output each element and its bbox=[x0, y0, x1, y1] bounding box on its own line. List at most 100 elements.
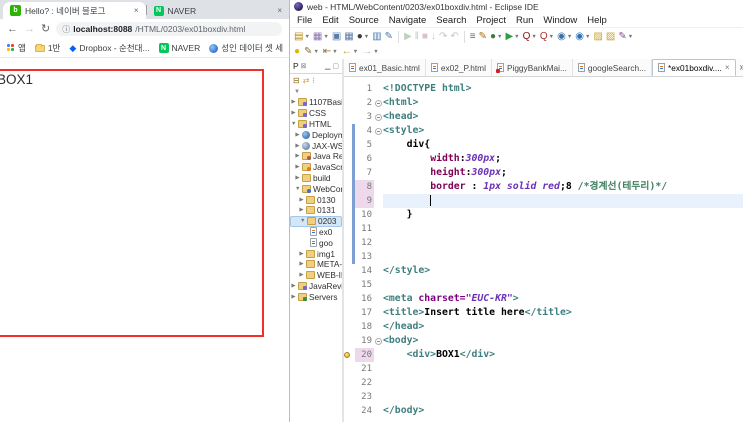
code-line[interactable]: 19 <body> bbox=[344, 334, 743, 348]
code-line[interactable]: 7 height:300px; bbox=[344, 166, 743, 180]
chevron-right-icon[interactable]: ▶ bbox=[291, 99, 296, 105]
bookmark-item[interactable]: ◆ Dropbox - 순천대... bbox=[69, 42, 149, 54]
view-menu-icon[interactable]: ⁝ bbox=[312, 76, 315, 85]
chevron-right-icon[interactable]: ▶ bbox=[299, 207, 304, 213]
explorer-tab-label[interactable]: P bbox=[293, 61, 299, 71]
site-info-icon[interactable]: ⓘ bbox=[62, 24, 70, 35]
dropdown-arrow-icon[interactable]: ▼ bbox=[497, 34, 502, 40]
tree-item-goo[interactable]: goo bbox=[290, 237, 342, 248]
menu-source[interactable]: Source bbox=[349, 15, 379, 26]
user-profile-icon[interactable]: ● ▼ bbox=[356, 31, 371, 42]
dropdown-arrow-icon[interactable]: ▼ bbox=[567, 34, 572, 40]
code-line[interactable]: 10 } bbox=[344, 208, 743, 222]
chevron-right-icon[interactable]: ▶ bbox=[299, 272, 304, 278]
mark-occurrences-icon[interactable]: ✎ bbox=[478, 31, 488, 42]
step-return-icon[interactable]: ↶ bbox=[449, 31, 459, 42]
fold-marker-icon[interactable] bbox=[374, 124, 383, 138]
bookmark-item[interactable]: N NAVER bbox=[158, 43, 200, 53]
dropdown-arrow-icon[interactable]: ▼ bbox=[332, 49, 337, 55]
code-line[interactable]: 6 width:300px; bbox=[344, 152, 743, 166]
tree-item-1107basic[interactable]: ▶ 1107Basic bbox=[290, 97, 342, 108]
chevron-right-icon[interactable]: ▶ bbox=[295, 132, 300, 138]
tree-item-jax-ws-w[interactable]: ▶ JAX-WS W bbox=[290, 140, 342, 151]
code-line[interactable]: 20 <div>BOX1</div> bbox=[344, 348, 743, 362]
explorer-close-icon[interactable]: ⊠ bbox=[301, 63, 307, 70]
tree-item-javascript[interactable]: ▶ JavaScript bbox=[290, 162, 342, 173]
bookmark-item[interactable]: 성인 데이터 셋 세 bbox=[209, 42, 283, 54]
tree-item-deployme[interactable]: ▶ Deployme bbox=[290, 129, 342, 140]
code-line[interactable]: 1 <!DOCTYPE html> bbox=[344, 82, 743, 96]
open-folder-a-icon[interactable]: ▨ bbox=[592, 31, 603, 42]
code-line[interactable]: 22 bbox=[344, 376, 743, 390]
tree-item-web-in[interactable]: ▶ WEB-IN bbox=[290, 270, 342, 281]
chevron-right-icon[interactable]: ▶ bbox=[291, 283, 296, 289]
editor-tab[interactable]: PiggyBankMai... bbox=[492, 59, 573, 76]
debug-icon[interactable]: ● ▼ bbox=[489, 31, 504, 42]
next-annotation-icon[interactable]: ✎ ▼ bbox=[303, 47, 320, 57]
bookmark-item[interactable]: 앱 bbox=[7, 42, 26, 54]
tree-item-img1[interactable]: ▶ img1 bbox=[290, 248, 342, 259]
dropdown-arrow-icon[interactable]: ▼ bbox=[313, 49, 318, 55]
editor-tab[interactable]: googleSearch... bbox=[573, 59, 653, 76]
chevron-down-icon[interactable]: ▼ bbox=[295, 186, 300, 192]
browser-tab[interactable]: b Hello? : 네이버 블로그 × bbox=[3, 2, 146, 19]
tree-item-meta-i[interactable]: ▶ META-I bbox=[290, 259, 342, 270]
code-line[interactable]: 21 bbox=[344, 362, 743, 376]
tab-overflow-chevron[interactable]: » bbox=[736, 62, 743, 73]
run-icon[interactable]: ▶ ▼ bbox=[504, 31, 520, 42]
code-line[interactable]: 2 <html> bbox=[344, 96, 743, 110]
bookmark-item[interactable]: 1반 bbox=[34, 42, 60, 54]
save-all-icon[interactable]: ▦ bbox=[343, 31, 354, 42]
code-line[interactable]: 3 <head> bbox=[344, 110, 743, 124]
web-services-icon[interactable]: ◉ ▼ bbox=[556, 31, 573, 42]
menu-edit[interactable]: Edit bbox=[322, 15, 338, 26]
dropdown-arrow-icon[interactable]: ▼ bbox=[549, 34, 554, 40]
editor-tab[interactable]: ex01_Basic.html bbox=[344, 59, 426, 76]
code-editor[interactable]: 1 <!DOCTYPE html> 2 <html> 3 <head> 4 <style> 5 … bbox=[344, 77, 743, 422]
tree-item-html[interactable]: ▼ HTML bbox=[290, 119, 342, 130]
tree-item-servers[interactable]: ▶ Servers bbox=[290, 291, 342, 302]
menu-window[interactable]: Window bbox=[543, 15, 577, 26]
open-console-icon[interactable]: ▥ bbox=[371, 31, 382, 42]
step-over-icon[interactable]: ↷ bbox=[438, 31, 448, 42]
dropdown-arrow-icon[interactable]: ▼ bbox=[353, 49, 358, 55]
fold-marker-icon[interactable] bbox=[374, 110, 383, 124]
dropdown-arrow-icon[interactable]: ▼ bbox=[304, 34, 309, 40]
chevron-right-icon[interactable]: ▶ bbox=[299, 251, 304, 257]
code-line[interactable]: 5 div{ bbox=[344, 138, 743, 152]
chevron-right-icon[interactable]: ▶ bbox=[291, 294, 296, 300]
tab-close-icon[interactable]: × bbox=[725, 63, 730, 72]
code-line[interactable]: 13 bbox=[344, 250, 743, 264]
menu-file[interactable]: File bbox=[297, 15, 312, 26]
maximize-icon[interactable]: ▢ bbox=[332, 63, 339, 70]
chevron-down-icon[interactable]: ▼ bbox=[291, 121, 296, 127]
internal-browser-icon[interactable]: ◉ ▼ bbox=[574, 31, 591, 42]
coverage-icon[interactable]: Q ▼ bbox=[522, 31, 538, 42]
menu-run[interactable]: Run bbox=[516, 15, 533, 26]
dropdown-arrow-icon[interactable]: ▼ bbox=[364, 34, 369, 40]
new-web-project-icon[interactable]: ▦ ▼ bbox=[312, 31, 330, 42]
forward-icon[interactable]: → ▼ bbox=[361, 47, 379, 57]
chevron-right-icon[interactable]: ▶ bbox=[291, 110, 296, 116]
pin-editor-icon[interactable]: ✎ bbox=[384, 31, 394, 42]
tree-item-java-resou[interactable]: ▶ Java Resou bbox=[290, 151, 342, 162]
code-line[interactable]: 11 bbox=[344, 222, 743, 236]
code-line[interactable]: 23 bbox=[344, 390, 743, 404]
code-line[interactable]: 8 border : 1px solid red;8 /*경계선(테두리)*/ bbox=[344, 180, 743, 194]
code-line[interactable]: 9 bbox=[344, 194, 743, 208]
fold-marker-icon[interactable] bbox=[374, 334, 383, 348]
minimize-icon[interactable]: ▁ bbox=[325, 63, 330, 70]
chevron-right-icon[interactable]: ▶ bbox=[295, 153, 300, 159]
open-folder-b-icon[interactable]: ▨ bbox=[605, 31, 616, 42]
menu-search[interactable]: Search bbox=[436, 15, 466, 26]
chevron-right-icon[interactable]: ▶ bbox=[295, 164, 300, 170]
external-tools-icon[interactable]: ≡ bbox=[469, 31, 477, 42]
dropdown-arrow-icon[interactable]: ▼ bbox=[531, 34, 536, 40]
tree-item-build[interactable]: ▶ build bbox=[290, 173, 342, 184]
tree-item-0131[interactable]: ▶ 0131 bbox=[290, 205, 342, 216]
chevron-right-icon[interactable]: ▶ bbox=[295, 143, 300, 149]
tree-item-ex0[interactable]: ex0 bbox=[290, 227, 342, 238]
tree-item-css[interactable]: ▶ CSS bbox=[290, 108, 342, 119]
tree-item-javareview[interactable]: ▶ JavaReview bbox=[290, 281, 342, 292]
save-icon[interactable]: ▣ bbox=[331, 31, 342, 42]
